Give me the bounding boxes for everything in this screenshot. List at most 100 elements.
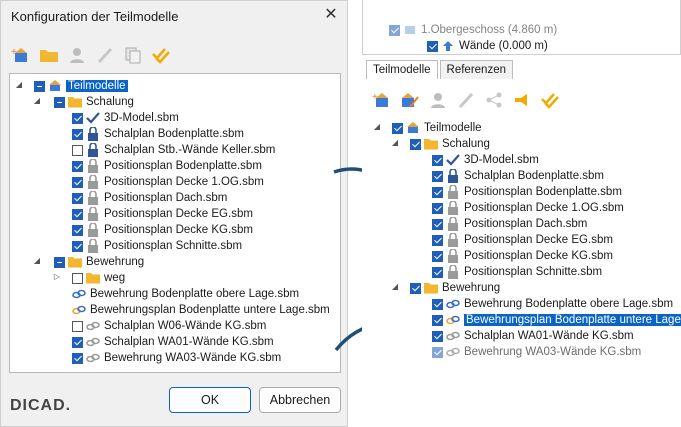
folder-icon xyxy=(68,95,82,109)
user-icon[interactable] xyxy=(426,88,450,112)
tree-item[interactable]: Bewehrung Bodenplatte obere Lage.sbm xyxy=(72,286,299,302)
tree-item[interactable]: Positionsplan Dach.sbm xyxy=(72,190,227,206)
tree-folder-schalung[interactable]: Schalung xyxy=(54,94,134,110)
share-icon[interactable] xyxy=(482,88,506,112)
config-dialog: Konfiguration der Teilmodelle ✕ + ◢ Teil… xyxy=(0,0,348,427)
tree-folder-bewehrung[interactable]: Bewehrung xyxy=(54,254,144,270)
folder-icon xyxy=(424,281,438,295)
tree-item[interactable]: 3D-Model.sbm xyxy=(432,152,539,168)
collapse-icon[interactable]: ◢ xyxy=(32,96,42,105)
check-all-icon[interactable] xyxy=(538,88,562,112)
tab-teilmodelle[interactable]: Teilmodelle xyxy=(366,60,438,79)
collapse-icon[interactable]: ◢ xyxy=(372,122,382,131)
lock-icon xyxy=(86,175,100,189)
folder-icon[interactable] xyxy=(37,43,61,67)
tree-item[interactable]: Schalplan Bodenplatte.sbm xyxy=(432,168,604,184)
model-icon xyxy=(48,79,62,93)
edit-model-icon[interactable] xyxy=(398,88,422,112)
tree-root[interactable]: Teilmodelle xyxy=(392,120,482,136)
link-icon xyxy=(72,303,86,317)
lock-icon xyxy=(86,143,100,157)
tree-item[interactable]: Positionsplan Schnitte.sbm xyxy=(432,264,602,280)
wall-item[interactable]: Wände (0.000 m) xyxy=(427,38,548,54)
brush-icon[interactable] xyxy=(454,88,478,112)
lock-icon xyxy=(446,217,460,231)
expand-icon[interactable]: ▷ xyxy=(52,272,62,281)
model-icon xyxy=(406,121,420,135)
link-icon xyxy=(86,319,100,333)
tree-item[interactable]: Schalplan WA01-Wände KG.sbm xyxy=(72,334,274,350)
right-panel: 1.Obergeschoss (4.860 m) Wände (0.000 m)… xyxy=(362,0,681,427)
right-toolbar: + xyxy=(370,88,562,112)
right-model-tree: ◢ Teilmodelle ◢ Schalung 3D-Model.sbm Sc… xyxy=(362,114,681,376)
tree-item[interactable]: Schalplan Stb.-Wände Keller.sbm xyxy=(72,142,275,158)
tree-item[interactable]: Schalplan Bodenplatte.sbm xyxy=(72,126,244,142)
tree-item[interactable]: Positionsplan Bodenplatte.sbm xyxy=(432,184,622,200)
tree-folder-weg[interactable]: weg xyxy=(72,270,125,286)
lock-icon xyxy=(86,207,100,221)
check-all-icon[interactable] xyxy=(149,43,173,67)
tree-item[interactable]: Bewehrungsplan Bodenplatte untere Lage.s… xyxy=(72,302,330,318)
left-model-tree: ◢ Teilmodelle ◢ Schalung 3D-Model.sbm Sc… xyxy=(9,73,341,373)
collapse-icon[interactable]: ◢ xyxy=(32,256,42,265)
tree-item[interactable]: Positionsplan Decke 1.OG.sbm xyxy=(72,174,264,190)
tree-item[interactable]: Bewehrung Bodenplatte obere Lage.sbm xyxy=(432,296,673,312)
copy-icon[interactable] xyxy=(121,43,145,67)
collapse-icon[interactable]: ◢ xyxy=(390,138,400,147)
lock-icon xyxy=(86,127,100,141)
dialog-toolbar: + xyxy=(9,43,173,67)
svg-text:+: + xyxy=(11,47,17,58)
lock-icon xyxy=(86,159,100,173)
tree-item[interactable]: Positionsplan Decke 1.OG.sbm xyxy=(432,200,624,216)
dialog-title: Konfiguration der Teilmodelle xyxy=(11,9,179,24)
level-icon xyxy=(403,23,417,37)
lock-icon xyxy=(446,169,460,183)
tree-item[interactable]: Schalplan WA01-Wände KG.sbm xyxy=(432,328,634,344)
tree-item[interactable]: Positionsplan Decke KG.sbm xyxy=(72,222,253,238)
lock-icon xyxy=(446,249,460,263)
lock-icon xyxy=(86,191,100,205)
megaphone-icon[interactable] xyxy=(510,88,534,112)
tree-item[interactable]: Schalplan W06-Wände KG.sbm xyxy=(72,318,266,334)
tab-bar: Teilmodelle Referenzen xyxy=(366,60,515,79)
tree-root[interactable]: Teilmodelle xyxy=(34,78,128,94)
tree-item[interactable]: Bewehrung WA03-Wände KG.sbm xyxy=(432,344,641,360)
tree-item[interactable]: Bewehrung WA03-Wände KG.sbm xyxy=(72,350,281,366)
tree-folder-schalung[interactable]: Schalung xyxy=(410,136,490,152)
checkmark-icon xyxy=(86,111,100,125)
tree-item[interactable]: Positionsplan Decke KG.sbm xyxy=(432,248,613,264)
storey-item[interactable]: 1.Obergeschoss (4.860 m) xyxy=(389,22,557,38)
collapse-icon[interactable]: ◢ xyxy=(14,80,24,89)
tree-item-selected[interactable]: Bewehrungsplan Bodenplatte untere Lage xyxy=(432,312,681,328)
link-icon xyxy=(446,345,460,359)
user-icon[interactable] xyxy=(65,43,89,67)
ok-button[interactable]: OK xyxy=(169,387,251,413)
tree-item[interactable]: Positionsplan Dach.sbm xyxy=(432,216,587,232)
tree-item[interactable]: Positionsplan Decke EG.sbm xyxy=(72,206,253,222)
add-model-icon[interactable]: + xyxy=(370,88,394,112)
link-icon xyxy=(446,297,460,311)
tree-folder-bewehrung[interactable]: Bewehrung xyxy=(410,280,500,296)
collapse-icon[interactable]: ◢ xyxy=(390,282,400,291)
tree-item[interactable]: Positionsplan Bodenplatte.sbm xyxy=(72,158,262,174)
dicad-logo: DICAD. xyxy=(10,397,72,414)
link-icon xyxy=(72,287,86,301)
svg-text:+: + xyxy=(372,92,378,103)
add-model-icon[interactable]: + xyxy=(9,43,33,67)
tree-item[interactable]: 3D-Model.sbm xyxy=(72,110,179,126)
link-icon xyxy=(446,313,460,327)
lock-icon xyxy=(446,265,460,279)
cancel-button[interactable]: Abbrechen xyxy=(259,387,341,413)
folder-icon xyxy=(68,255,82,269)
tree-item[interactable]: Positionsplan Decke EG.sbm xyxy=(432,232,613,248)
folder-icon xyxy=(86,271,100,285)
close-icon[interactable]: ✕ xyxy=(321,5,341,25)
lock-icon xyxy=(446,201,460,215)
tab-referenzen[interactable]: Referenzen xyxy=(439,60,513,79)
lock-icon xyxy=(446,233,460,247)
link-icon xyxy=(86,335,100,349)
brush-icon[interactable] xyxy=(93,43,117,67)
checkmark-icon xyxy=(446,153,460,167)
link-icon xyxy=(86,351,100,365)
tree-item[interactable]: Positionsplan Schnitte.sbm xyxy=(72,238,242,254)
